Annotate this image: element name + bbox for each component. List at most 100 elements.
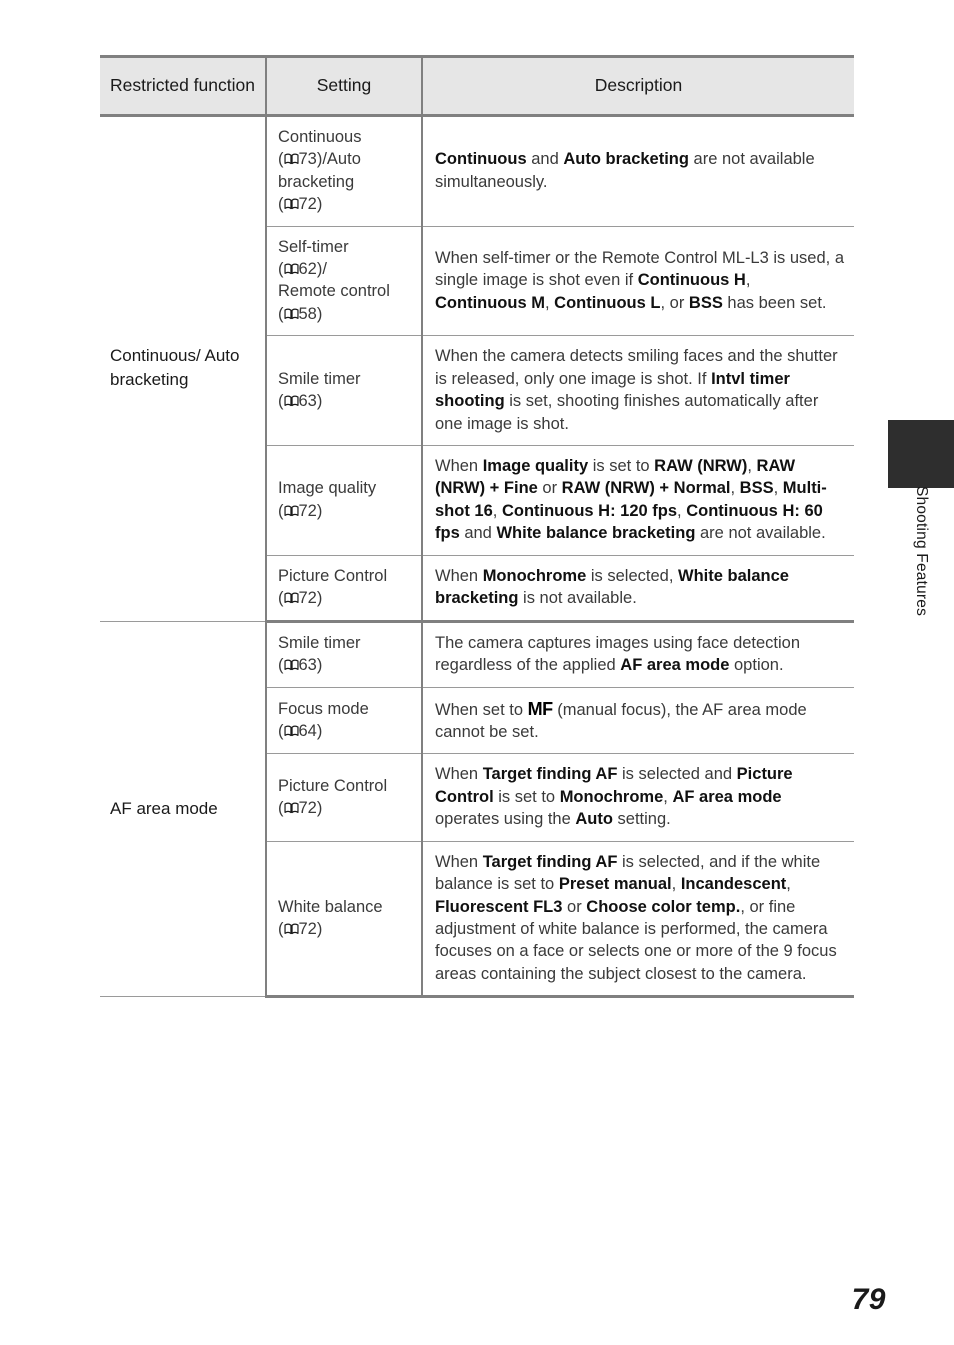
description-cell: When set to MF (manual focus), the AF ar… bbox=[421, 687, 854, 755]
open-book-icon bbox=[283, 395, 299, 407]
body-text: operates using the bbox=[435, 810, 576, 829]
emphasis-term: Incandescent bbox=[680, 875, 787, 894]
restricted-function-cell: AF area mode bbox=[100, 621, 267, 998]
emphasis-term: Choose color temp. bbox=[586, 897, 741, 916]
table-body: Continuous/ Auto bracketing Continuous(73… bbox=[100, 115, 854, 999]
page-reference-number: 72) bbox=[298, 195, 323, 214]
body-text: or bbox=[562, 897, 587, 916]
body-text: When bbox=[435, 566, 483, 585]
setting-cell: Picture Control(72) bbox=[265, 555, 423, 623]
body-text: , or bbox=[660, 293, 689, 312]
description-cell: When Image quality is set to RAW (NRW), … bbox=[421, 445, 854, 556]
body-text: , bbox=[671, 875, 681, 894]
emphasis-term: BSS bbox=[688, 293, 723, 312]
setting-cell: Continuous(73)/Auto bracketing(72) bbox=[265, 115, 423, 227]
setting-name: Focus mode bbox=[278, 699, 369, 718]
body-text: , bbox=[730, 479, 740, 498]
open-book-icon bbox=[283, 153, 299, 165]
body-text: , bbox=[786, 875, 791, 894]
body-text: When bbox=[435, 765, 483, 784]
page-reference-number: 62)/ bbox=[298, 259, 327, 278]
page-reference-number: 72) bbox=[298, 799, 323, 818]
body-text: When set to bbox=[435, 700, 528, 719]
body-text: is selected, bbox=[586, 566, 678, 585]
side-thumb-tab-text: Shooting Features bbox=[913, 486, 930, 617]
emphasis-term: Auto bracketing bbox=[563, 150, 689, 169]
emphasis-term: Monochrome bbox=[482, 566, 587, 585]
emphasis-term: Preset manual bbox=[558, 875, 672, 894]
setting-cell: Smile timer(63) bbox=[265, 335, 423, 446]
emphasis-term: White balance bracketing bbox=[496, 524, 696, 543]
open-book-icon bbox=[283, 659, 299, 671]
emphasis-term: RAW (NRW) bbox=[654, 457, 748, 475]
body-text: is set to bbox=[493, 787, 560, 806]
open-book-icon bbox=[283, 725, 299, 737]
body-text: , bbox=[544, 293, 555, 312]
emphasis-term: Target finding AF bbox=[482, 852, 618, 871]
description-cell: Continuous and Auto bracketing are not a… bbox=[421, 115, 854, 227]
setting-name: Self-timer bbox=[278, 237, 349, 256]
setting-cell: Picture Control(72) bbox=[265, 753, 423, 842]
page-number: 79 bbox=[851, 1283, 886, 1316]
page-reference-number: 63) bbox=[298, 392, 323, 411]
body-text: , bbox=[677, 501, 687, 520]
setting-name-secondary: Remote control bbox=[278, 282, 390, 301]
emphasis-term: Monochrome bbox=[559, 787, 664, 806]
body-text: is not available. bbox=[518, 589, 637, 608]
restricted-function-cell: Continuous/ Auto bracketing bbox=[100, 115, 267, 622]
setting-name: Smile timer bbox=[278, 633, 361, 652]
body-text: , bbox=[747, 457, 757, 475]
body-text: setting. bbox=[612, 810, 671, 829]
emphasis-term: BSS bbox=[739, 479, 774, 498]
emphasis-term: Image quality bbox=[482, 457, 589, 475]
open-book-icon bbox=[283, 505, 299, 517]
body-text: When bbox=[435, 852, 483, 871]
body-text: or bbox=[537, 479, 562, 498]
emphasis-term: Fluorescent FL3 bbox=[435, 897, 563, 916]
emphasis-term: AF area mode bbox=[620, 656, 730, 675]
setting-name: Picture Control bbox=[278, 566, 388, 585]
description-cell: When Target finding AF is selected and P… bbox=[421, 753, 854, 842]
table-row: Continuous/ Auto bracketing Continuous(73… bbox=[100, 115, 854, 622]
side-thumb-tab-block bbox=[888, 420, 954, 488]
emphasis-term: RAW (NRW) + Normal bbox=[561, 479, 731, 498]
open-book-icon bbox=[283, 263, 299, 275]
emphasis-term: Target finding AF bbox=[482, 765, 618, 784]
setting-name: Smile timer bbox=[278, 369, 361, 388]
body-text: are not available. bbox=[695, 524, 826, 543]
column-header-restricted-function: Restricted function bbox=[100, 55, 267, 117]
body-text: , bbox=[492, 501, 502, 520]
emphasis-term: AF area mode bbox=[672, 787, 782, 806]
emphasis-term: Continuous L bbox=[554, 293, 661, 312]
table-header: Restricted function Setting Description bbox=[100, 55, 854, 117]
table-header-row: Restricted function Setting Description bbox=[100, 55, 854, 117]
body-text: option. bbox=[729, 656, 784, 675]
description-cell: When Target finding AF is selected, and … bbox=[421, 841, 854, 999]
setting-cell: Image quality(72) bbox=[265, 445, 423, 556]
body-text: has been set. bbox=[722, 293, 827, 312]
body-text: , bbox=[773, 479, 783, 498]
setting-name-secondary: bracketing bbox=[278, 172, 355, 191]
open-book-icon bbox=[283, 198, 299, 210]
setting-name: Image quality bbox=[278, 479, 377, 498]
page-reference-number: 73)/Auto bbox=[298, 150, 361, 169]
setting-name: Continuous bbox=[278, 127, 362, 146]
open-book-icon bbox=[283, 592, 299, 604]
side-thumb-tab-label: Shooting Features bbox=[888, 480, 954, 740]
emphasis-term: Continuous H: 120 fps bbox=[501, 501, 678, 520]
page-reference-number: 72) bbox=[298, 589, 323, 608]
setting-cell: White balance(72) bbox=[265, 841, 423, 999]
open-book-icon bbox=[283, 802, 299, 814]
description-cell: When Monochrome is selected, White balan… bbox=[421, 555, 854, 623]
table-row: AF area mode Smile timer(63) The camera ca… bbox=[100, 621, 854, 998]
description-cell: When the camera detects smiling faces an… bbox=[421, 335, 854, 446]
setting-name: White balance bbox=[278, 897, 383, 916]
body-text: is selected and bbox=[617, 765, 737, 784]
body-text: and bbox=[526, 150, 564, 169]
page-reference-number: 72) bbox=[298, 501, 323, 520]
emphasis-term: Continuous H bbox=[637, 271, 746, 290]
description-cell: The camera captures images using face de… bbox=[421, 621, 854, 688]
page-reference-number: 64) bbox=[298, 721, 323, 740]
emphasis-term: Continuous M bbox=[435, 293, 545, 312]
emphasis-term: Auto bbox=[575, 810, 613, 829]
